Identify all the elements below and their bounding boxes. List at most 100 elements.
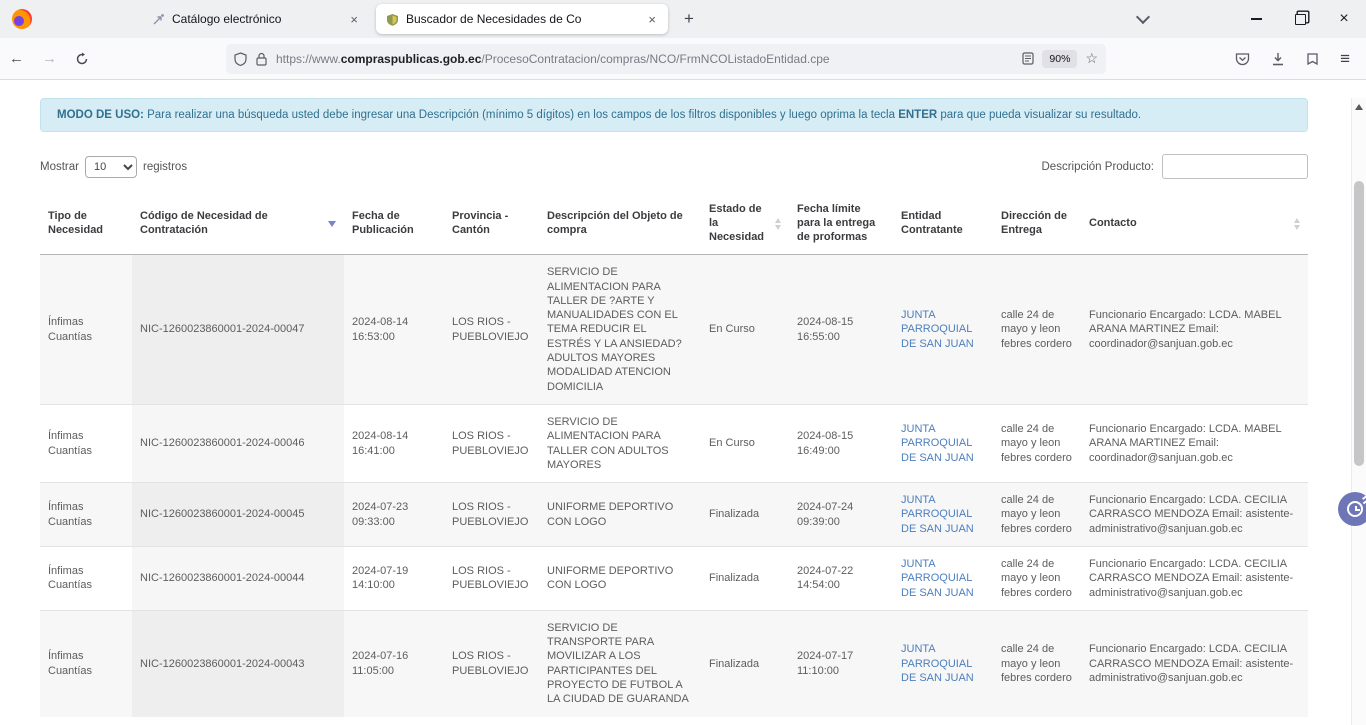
cell-provincia-canton: LOS RIOS - PUEBLOVIEJO <box>444 255 539 405</box>
cell-descripcion: SERVICIO DE ALIMENTACION PARA TALLER DE … <box>539 255 701 405</box>
browser-toolbar: ← → https://www.compraspublicas.gob.ec/P… <box>0 38 1366 80</box>
entidad-link[interactable]: JUNTA PARROQUIAL DE SAN JUAN <box>901 423 974 464</box>
tab-buscador-necesidades[interactable]: Buscador de Necesidades de Co × <box>376 4 668 34</box>
header-contacto[interactable]: Contacto <box>1081 193 1308 255</box>
table-row: Ínfimas Cuantías NIC-1260023860001-2024-… <box>40 255 1308 405</box>
entidad-link[interactable]: JUNTA PARROQUIAL DE SAN JUAN <box>901 643 974 684</box>
tab-close-icon[interactable]: × <box>646 12 658 27</box>
cell-estado: En Curso <box>701 255 789 405</box>
banner-text-1: Para realizar una búsqueda usted debe in… <box>144 109 898 121</box>
table-row: Ínfimas Cuantías NIC-1260023860001-2024-… <box>40 610 1308 716</box>
cell-fecha-limite: 2024-08-15 16:55:00 <box>789 255 893 405</box>
entidad-link[interactable]: JUNTA PARROQUIAL DE SAN JUAN <box>901 494 974 535</box>
cell-contacto: Funcionario Encargado: LCDA. MABEL ARANA… <box>1081 255 1308 405</box>
needs-table: Tipo de Necesidad Código de Necesidad de… <box>40 193 1308 717</box>
cell-provincia-canton: LOS RIOS - PUEBLOVIEJO <box>444 547 539 611</box>
header-estado-necesidad[interactable]: Estado de la Necesidad <box>701 193 789 255</box>
tab-title: Catálogo electrónico <box>172 12 341 26</box>
forward-button[interactable]: → <box>33 50 66 67</box>
records-per-page-select[interactable]: 10 <box>85 156 137 178</box>
cell-direccion-entrega: calle 24 de mayo y leon febres cordero <box>993 547 1081 611</box>
table-header-row: Tipo de Necesidad Código de Necesidad de… <box>40 193 1308 255</box>
cell-entidad: JUNTA PARROQUIAL DE SAN JUAN <box>893 547 993 611</box>
tracking-shield-icon[interactable] <box>234 52 247 66</box>
banner-text-2: para que pueda visualizar su resultado. <box>937 109 1141 121</box>
cell-tipo-necesidad: Ínfimas Cuantías <box>40 483 132 547</box>
url-bar[interactable]: https://www.compraspublicas.gob.ec/Proce… <box>226 44 1106 74</box>
header-fecha-limite[interactable]: Fecha límite para la entrega de proforma… <box>789 193 893 255</box>
browser-tab-strip: Catálogo electrónico × Buscador de Neces… <box>0 0 1366 38</box>
cell-entidad: JUNTA PARROQUIAL DE SAN JUAN <box>893 404 993 482</box>
header-provincia-canton[interactable]: Provincia - Cantón <box>444 193 539 255</box>
cell-direccion-entrega: calle 24 de mayo y leon febres cordero <box>993 610 1081 716</box>
clock-icon <box>1347 501 1363 517</box>
header-direccion-entrega[interactable]: Dirección de Entrega <box>993 193 1081 255</box>
cell-codigo: NIC-1260023860001-2024-00047 <box>132 255 344 405</box>
window-close-button[interactable]: × <box>1322 0 1366 38</box>
scrollbar-thumb[interactable] <box>1354 181 1364 466</box>
cell-fecha-limite: 2024-08-15 16:49:00 <box>789 404 893 482</box>
floating-timer-widget-button[interactable] <box>1338 492 1366 526</box>
show-records-prefix: Mostrar <box>40 161 79 173</box>
cell-fecha-limite: 2024-07-17 11:10:00 <box>789 610 893 716</box>
cell-provincia-canton: LOS RIOS - PUEBLOVIEJO <box>444 483 539 547</box>
header-descripcion-objeto[interactable]: Descripción del Objeto de compra <box>539 193 701 255</box>
cell-codigo: NIC-1260023860001-2024-00043 <box>132 610 344 716</box>
cell-estado: En Curso <box>701 404 789 482</box>
table-row: Ínfimas Cuantías NIC-1260023860001-2024-… <box>40 404 1308 482</box>
product-description-input[interactable] <box>1162 154 1308 179</box>
cell-estado: Finalizada <box>701 483 789 547</box>
cell-codigo: NIC-1260023860001-2024-00046 <box>132 404 344 482</box>
vertical-scrollbar[interactable] <box>1351 98 1366 725</box>
product-filter: Descripción Producto: <box>1042 154 1309 179</box>
zoom-level-indicator[interactable]: 90% <box>1042 50 1077 68</box>
lock-icon[interactable] <box>256 52 267 66</box>
show-records-control: Mostrar 10 registros <box>40 156 187 178</box>
show-records-suffix: registros <box>143 161 187 173</box>
entidad-link[interactable]: JUNTA PARROQUIAL DE SAN JUAN <box>901 309 974 350</box>
window-restore-button[interactable] <box>1278 0 1322 38</box>
reload-button[interactable] <box>66 52 98 66</box>
header-tipo-necesidad[interactable]: Tipo de Necesidad <box>40 193 132 255</box>
cell-tipo-necesidad: Ínfimas Cuantías <box>40 404 132 482</box>
cell-contacto: Funcionario Encargado: LCDA. MABEL ARANA… <box>1081 404 1308 482</box>
tab-close-icon[interactable]: × <box>348 12 360 27</box>
usage-mode-banner: MODO DE USO: Para realizar una búsqueda … <box>40 98 1308 132</box>
cell-provincia-canton: LOS RIOS - PUEBLOVIEJO <box>444 404 539 482</box>
banner-enter-key: ENTER <box>898 109 937 121</box>
scroll-up-arrow-icon[interactable] <box>1355 104 1363 110</box>
cell-direccion-entrega: calle 24 de mayo y leon febres cordero <box>993 255 1081 405</box>
sort-desc-icon <box>328 221 336 227</box>
cell-descripcion: SERVICIO DE TRANSPORTE PARA MOVILIZAR A … <box>539 610 701 716</box>
sort-both-icon <box>1294 218 1300 230</box>
reload-icon <box>75 52 89 66</box>
list-all-tabs-chevron-icon[interactable] <box>1136 10 1150 24</box>
cell-fecha-publicacion: 2024-08-14 16:41:00 <box>344 404 444 482</box>
bookmark-star-icon[interactable]: ☆ <box>1085 50 1098 67</box>
firefox-logo-icon[interactable] <box>12 9 32 29</box>
header-entidad-contratante[interactable]: Entidad Contratante <box>893 193 993 255</box>
cell-tipo-necesidad: Ínfimas Cuantías <box>40 610 132 716</box>
header-fecha-publicacion[interactable]: Fecha de Publicación <box>344 193 444 255</box>
menu-hamburger-icon[interactable]: ≡ <box>1340 49 1350 69</box>
pocket-icon[interactable] <box>1235 52 1250 66</box>
header-codigo[interactable]: Código de Necesidad de Contratación <box>132 193 344 255</box>
cell-descripcion: UNIFORME DEPORTIVO CON LOGO <box>539 547 701 611</box>
reader-view-icon[interactable] <box>1022 52 1034 65</box>
banner-label: MODO DE USO: <box>57 109 144 121</box>
cell-entidad: JUNTA PARROQUIAL DE SAN JUAN <box>893 483 993 547</box>
cell-contacto: Funcionario Encargado: LCDA. CECILIA CAR… <box>1081 547 1308 611</box>
cell-tipo-necesidad: Ínfimas Cuantías <box>40 547 132 611</box>
back-button[interactable]: ← <box>0 50 33 67</box>
tab-catalogo-electronico[interactable]: Catálogo electrónico × <box>142 4 370 34</box>
url-text: https://www.compraspublicas.gob.ec/Proce… <box>276 52 1022 66</box>
extensions-icon[interactable] <box>1306 52 1319 66</box>
new-tab-button[interactable]: + <box>678 9 700 29</box>
tab-title: Buscador de Necesidades de Co <box>406 12 639 26</box>
cell-fecha-publicacion: 2024-08-14 16:53:00 <box>344 255 444 405</box>
entidad-link[interactable]: JUNTA PARROQUIAL DE SAN JUAN <box>901 558 974 599</box>
cell-estado: Finalizada <box>701 610 789 716</box>
downloads-icon[interactable] <box>1271 52 1285 66</box>
window-minimize-button[interactable] <box>1234 0 1278 38</box>
cell-descripcion: UNIFORME DEPORTIVO CON LOGO <box>539 483 701 547</box>
